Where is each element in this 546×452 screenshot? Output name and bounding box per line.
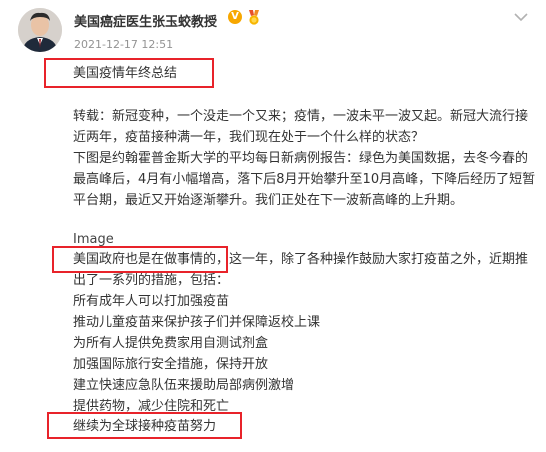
- paragraph2-line: 下图是约翰霍普金斯大学的平均每日新病例报告：绿色为美国数据，去冬今春的: [73, 151, 529, 166]
- measure-item: 推动儿童疫苗来保护孩子们并保障返校上课: [73, 315, 321, 330]
- paragraph3-line: 出了一系列的措施，包括：: [73, 273, 230, 288]
- paragraph2-line: 平台期，最近又开始逐渐攀升。我们正处在下一波新高峰的上升期。: [73, 193, 464, 208]
- highlight-box-government: [52, 246, 228, 273]
- measure-item: 所有成年人可以打加强疫苗: [73, 294, 230, 309]
- highlight-box-global-vaccination: [47, 412, 242, 439]
- paragraph1-line: 转载：新冠变种，一个没走一个又来；疫情，一波未平一波又起。新冠大流行接: [73, 109, 529, 124]
- measure-item: 加强国际旅行安全措施，保持开放: [73, 357, 269, 372]
- author-avatar[interactable]: [18, 8, 62, 52]
- measure-item: 为所有人提供免费家用自测试剂盒: [73, 336, 269, 351]
- post-timestamp[interactable]: 2021-12-17 12:51: [74, 38, 173, 51]
- paragraph2-line: 最高峰后，4月有小幅增高，落下后8月开始攀升至10月高峰，下降后经历了短暂: [73, 172, 536, 187]
- chevron-down-icon[interactable]: [514, 12, 528, 22]
- avatar-portrait-icon: [18, 8, 62, 52]
- author-name[interactable]: 美国癌症医生张玉蛟教授: [74, 11, 217, 30]
- verified-v-icon: V: [228, 10, 242, 24]
- weibo-post-card: 美国癌症医生张玉蛟教授 V 2021-12-17 12:51 美国疫情年终总结 …: [0, 0, 546, 452]
- measure-item: 建立快速应急队伍来援助局部病例激增: [73, 378, 295, 393]
- highlight-box-title: [44, 58, 214, 88]
- medal-icon: [249, 10, 259, 25]
- paragraph1-line: 近两年，疫苗接种满一年，我们现在处于一个什么样的状态？: [73, 130, 425, 145]
